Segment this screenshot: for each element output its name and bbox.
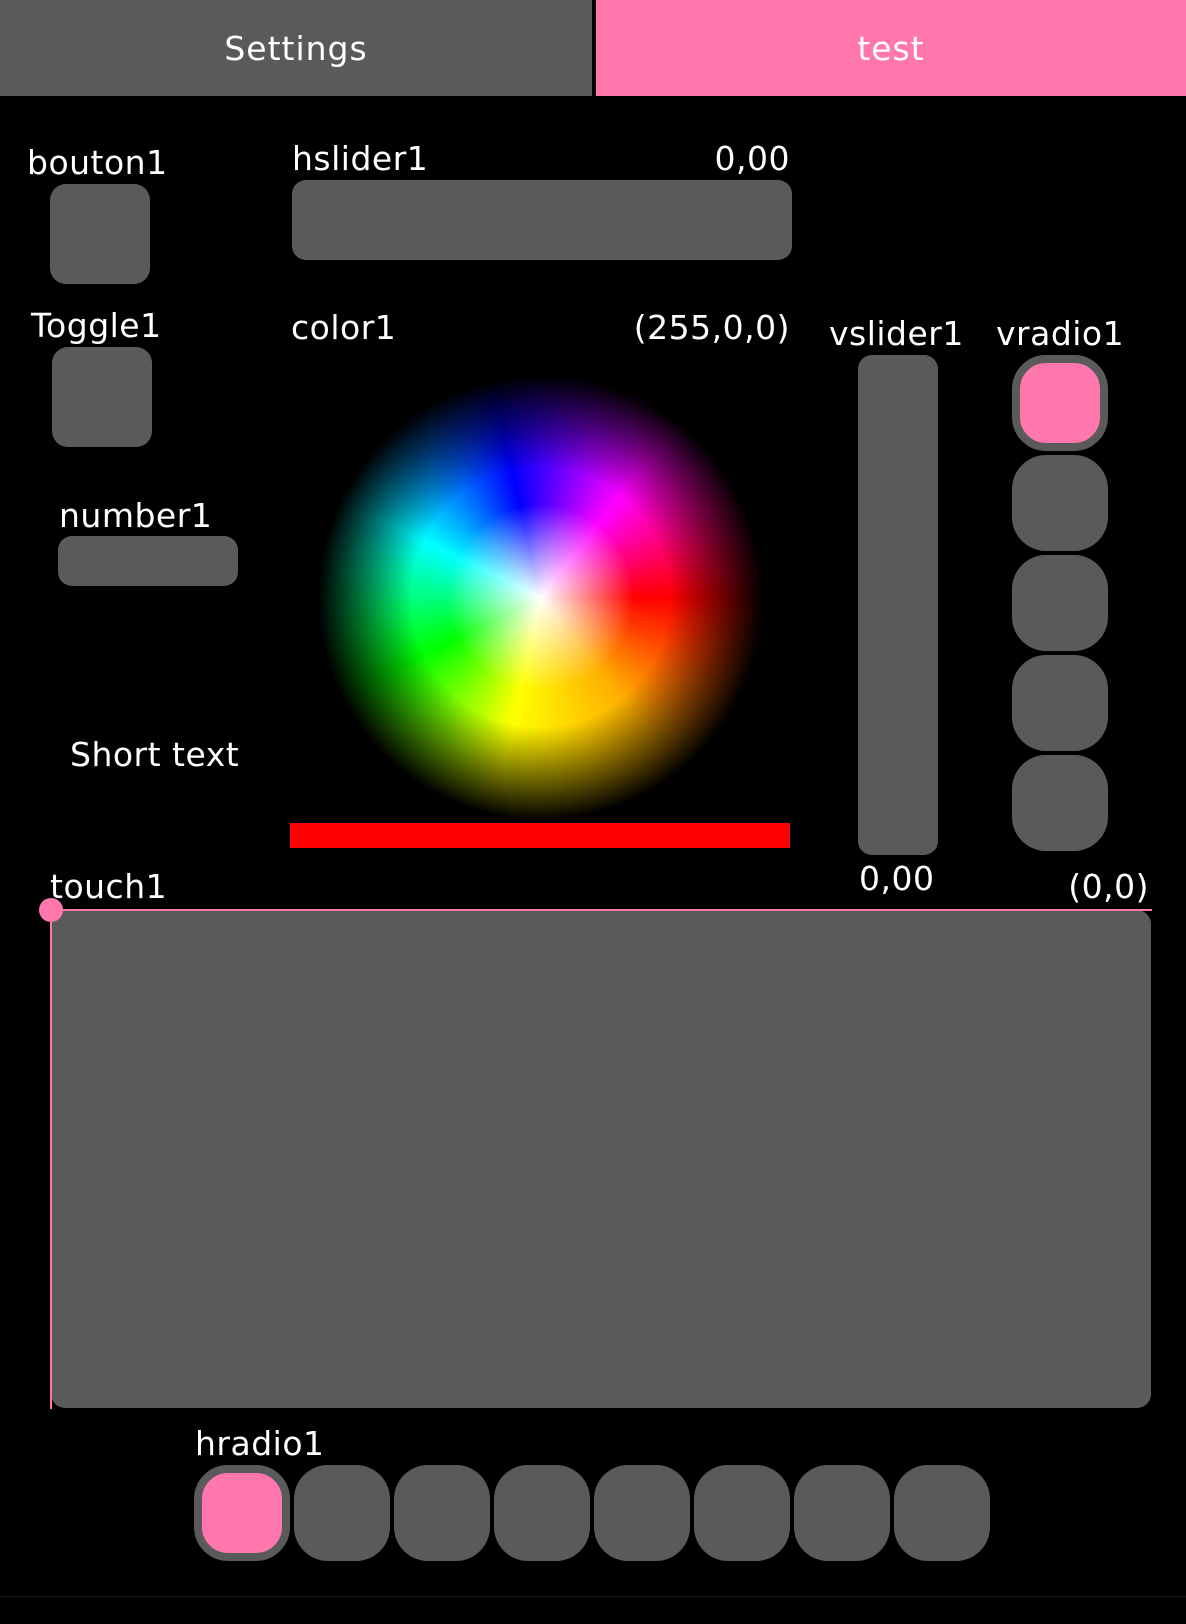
hslider1-value: 0,00 bbox=[714, 139, 790, 178]
touch1-crosshair-horizontal bbox=[50, 909, 1152, 911]
tab-test[interactable]: test bbox=[596, 0, 1186, 96]
bouton1-button[interactable] bbox=[50, 184, 150, 284]
vslider1-value: 0,00 bbox=[859, 859, 935, 898]
hradio1-option-2[interactable] bbox=[294, 1465, 390, 1561]
color-wheel[interactable] bbox=[318, 375, 763, 820]
touch1-crosshair-vertical bbox=[50, 909, 52, 1409]
vradio1-option-3[interactable] bbox=[1012, 555, 1108, 651]
tab-settings[interactable]: Settings bbox=[0, 0, 592, 96]
bouton1-label: bouton1 bbox=[27, 143, 168, 182]
touch1-value: (0,0) bbox=[1068, 867, 1149, 906]
color1-label: color1 bbox=[291, 308, 397, 347]
vradio1-label: vradio1 bbox=[996, 314, 1125, 353]
vslider1-label: vslider1 bbox=[829, 314, 964, 353]
vslider1-track[interactable] bbox=[858, 355, 938, 855]
hradio1-option-4[interactable] bbox=[494, 1465, 590, 1561]
hradio1-option-5[interactable] bbox=[594, 1465, 690, 1561]
vradio1-option-2[interactable] bbox=[1012, 455, 1108, 551]
vradio1-option-1[interactable] bbox=[1012, 355, 1108, 451]
color1-value: (255,0,0) bbox=[633, 308, 790, 347]
hradio1-option-8[interactable] bbox=[894, 1465, 990, 1561]
number1-field[interactable] bbox=[58, 536, 238, 586]
hslider1-label: hslider1 bbox=[292, 139, 429, 178]
hradio1-option-3[interactable] bbox=[394, 1465, 490, 1561]
bottom-divider bbox=[0, 1596, 1186, 1597]
color-preview-bar bbox=[290, 823, 790, 848]
hradio1-option-7[interactable] bbox=[794, 1465, 890, 1561]
toggle1-toggle[interactable] bbox=[52, 347, 152, 447]
vradio1-option-5[interactable] bbox=[1012, 755, 1108, 851]
touch1-cursor-dot bbox=[39, 898, 63, 922]
hradio1-option-6[interactable] bbox=[694, 1465, 790, 1561]
hradio1-label: hradio1 bbox=[195, 1424, 325, 1463]
toggle1-label: Toggle1 bbox=[31, 306, 162, 345]
number1-label: number1 bbox=[59, 496, 213, 535]
hslider1-track[interactable] bbox=[292, 180, 792, 260]
hradio1-option-1[interactable] bbox=[194, 1465, 290, 1561]
touch1-pad[interactable] bbox=[51, 910, 1151, 1408]
touch1-label: touch1 bbox=[50, 867, 168, 906]
short-text: Short text bbox=[70, 735, 240, 774]
vradio1-option-4[interactable] bbox=[1012, 655, 1108, 751]
